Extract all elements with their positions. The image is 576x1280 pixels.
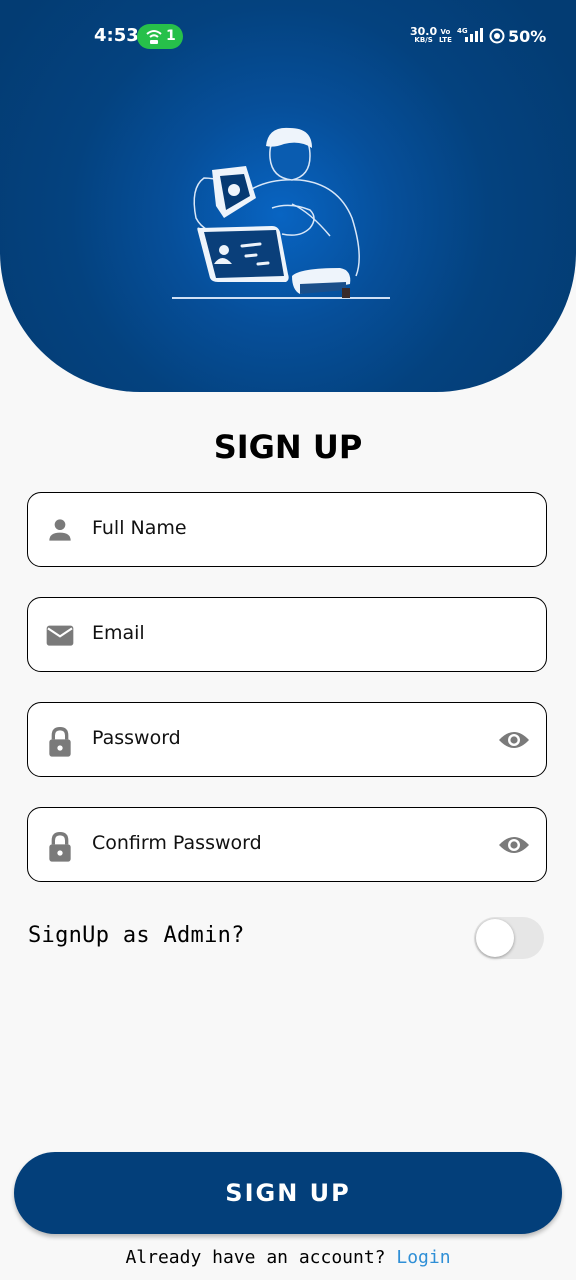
email-placeholder: Email [92, 622, 145, 644]
password-field[interactable]: Password [27, 702, 547, 777]
signal-icon: 4G [457, 26, 485, 48]
show-confirm-password-eye-icon[interactable] [498, 834, 530, 856]
hotspot-indicator[interactable]: 1 [137, 24, 183, 49]
login-link[interactable]: Login [396, 1247, 450, 1268]
battery-icon [489, 28, 505, 44]
signup-button[interactable]: SIGN UP [14, 1152, 562, 1234]
admin-toggle-label: SignUp as Admin? [28, 923, 245, 948]
toggle-knob [476, 919, 514, 957]
lock-icon [49, 831, 71, 862]
confirm-password-placeholder: Confirm Password [92, 832, 262, 854]
battery-level: 50% [508, 27, 547, 46]
person-icon [49, 519, 71, 541]
page-title: SIGN UP [213, 428, 363, 466]
full-name-placeholder: Full Name [92, 517, 187, 539]
login-prompt: Already have an account? Login [0, 1247, 576, 1268]
password-placeholder: Password [92, 727, 181, 749]
svg-text:4G: 4G [457, 27, 468, 35]
signup-illustration [172, 127, 390, 299]
confirm-password-field[interactable]: Confirm Password [27, 807, 547, 882]
network-speed: 30.0 KB/S [410, 25, 438, 44]
volte-indicator: Vo LTE [439, 28, 452, 44]
full-name-field[interactable]: Full Name [27, 492, 547, 567]
footer-text: Already have an account? [125, 1247, 386, 1268]
lock-icon [49, 726, 71, 757]
email-field[interactable]: Email [27, 597, 547, 672]
hotspot-icon [146, 30, 162, 44]
status-bar: 4:53 1 30.0 KB/S Vo LTE 4G 50% [0, 0, 576, 74]
hotspot-count: 1 [166, 28, 176, 44]
show-password-eye-icon[interactable] [498, 729, 530, 751]
status-time: 4:53 [94, 25, 139, 46]
header-banner: 4:53 1 30.0 KB/S Vo LTE 4G 50% [0, 0, 576, 392]
admin-toggle-switch[interactable] [474, 917, 544, 959]
mail-icon [46, 625, 74, 646]
